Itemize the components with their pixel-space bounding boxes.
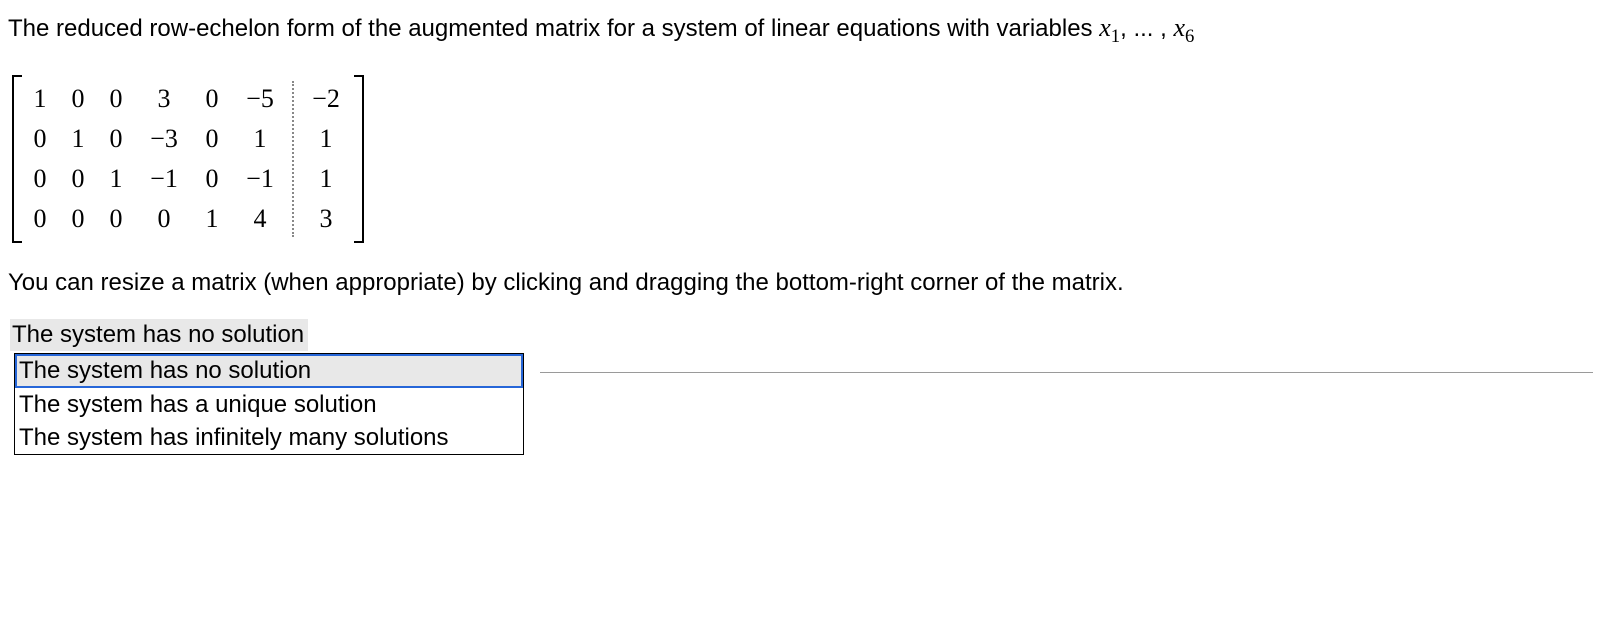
answer-option[interactable]: The system has no solution [15, 354, 523, 387]
answer-dropdown[interactable]: The system has no solutionThe system has… [14, 353, 524, 455]
matrix-cell: 1 [104, 164, 128, 194]
matrix-cell: 0 [66, 84, 90, 114]
matrix-cell: 0 [28, 164, 52, 194]
matrix-cell: 3 [142, 84, 186, 114]
intro-middle: , ... , [1120, 15, 1173, 42]
matrix-body: 10030−5010−301001−10−1000014 −2113 [22, 75, 354, 243]
augment-bar [292, 81, 294, 237]
question-intro: The reduced row-echelon form of the augm… [8, 10, 1593, 49]
resize-note: You can resize a matrix (when appropriat… [8, 269, 1593, 297]
answer-select-current[interactable]: The system has no solution [10, 319, 308, 351]
matrix-aug-cell: 1 [304, 164, 348, 194]
answer-option[interactable]: The system has a unique solution [15, 388, 523, 421]
matrix-right-grid: −2 1 1 3 [304, 79, 348, 239]
matrix-aug-cell: −2 [304, 84, 348, 114]
matrix-cell: 0 [142, 204, 186, 234]
bracket-right [354, 75, 364, 243]
var-x6: x6 [1173, 13, 1194, 42]
horizontal-rule [540, 372, 1593, 373]
matrix-cell: 1 [238, 124, 282, 154]
matrix-cell: 0 [28, 124, 52, 154]
matrix-aug-cell: 1 [304, 124, 348, 154]
answer-select-area: The system has no solution The system ha… [8, 319, 1593, 351]
answer-option[interactable]: The system has infinitely many solutions [15, 421, 523, 454]
augmented-matrix: 10030−5010−301001−10−1000014 −2113 [12, 75, 364, 243]
matrix-cell: −3 [142, 124, 186, 154]
var-x1: x1 [1099, 13, 1120, 42]
matrix-left-grid: 10030−5010−301001−10−1000014 [28, 79, 282, 239]
matrix-cell: 0 [200, 84, 224, 114]
matrix-cell: 1 [66, 124, 90, 154]
matrix-cell: 0 [66, 164, 90, 194]
matrix-cell: 0 [104, 124, 128, 154]
matrix-cell: −5 [238, 84, 282, 114]
matrix-cell: 0 [66, 204, 90, 234]
matrix-cell: 0 [200, 124, 224, 154]
matrix-cell: 4 [238, 204, 282, 234]
bracket-left [12, 75, 22, 243]
matrix-cell: 0 [104, 204, 128, 234]
matrix-cell: −1 [238, 164, 282, 194]
intro-text: The reduced row-echelon form of the augm… [8, 15, 1099, 42]
question-page: The reduced row-echelon form of the augm… [0, 0, 1601, 351]
matrix-cell: 0 [104, 84, 128, 114]
matrix-cell: 0 [28, 204, 52, 234]
matrix-aug-cell: 3 [304, 204, 348, 234]
matrix-cell: −1 [142, 164, 186, 194]
matrix-cell: 0 [200, 164, 224, 194]
matrix-cell: 1 [28, 84, 52, 114]
matrix-cell: 1 [200, 204, 224, 234]
